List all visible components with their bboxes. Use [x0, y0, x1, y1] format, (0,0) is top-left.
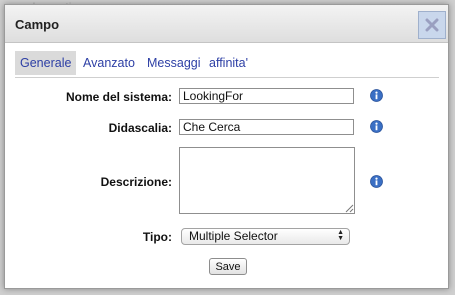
- tab-affinita[interactable]: affinita': [209, 51, 248, 75]
- close-button[interactable]: [418, 11, 446, 39]
- caption-label: Didascalia:: [108, 121, 172, 135]
- caption-input[interactable]: [179, 119, 354, 135]
- info-icon[interactable]: [370, 120, 383, 133]
- tab-generale[interactable]: Generale: [15, 51, 77, 75]
- description-textarea[interactable]: [179, 147, 355, 214]
- system-name-input[interactable]: [179, 88, 354, 104]
- type-select-value: Multiple Selector: [189, 229, 278, 243]
- type-label: Tipo:: [142, 230, 172, 244]
- resize-grip-icon[interactable]: [345, 204, 354, 213]
- field-dialog: Campo Generale Avanzato Messaggi affinit…: [4, 4, 449, 289]
- description-label: Descrizione:: [100, 175, 172, 189]
- save-button[interactable]: Save: [209, 258, 247, 275]
- type-select[interactable]: Multiple Selector ▲ ▼: [181, 228, 350, 245]
- dialog-titlebar: Campo: [5, 5, 448, 43]
- close-icon: [425, 18, 439, 32]
- description-wrapper: [179, 147, 355, 214]
- select-arrows-icon: ▲ ▼: [337, 229, 344, 242]
- info-icon[interactable]: [370, 175, 383, 188]
- system-name-label: Nome del sistema:: [65, 90, 172, 104]
- info-icon[interactable]: [370, 89, 383, 102]
- dialog-title: Campo: [15, 17, 60, 32]
- tab-avanzato[interactable]: Avanzato: [83, 51, 135, 75]
- tab-bar: Generale Avanzato Messaggi affinita': [15, 51, 439, 78]
- tab-messaggi[interactable]: Messaggi: [147, 51, 201, 75]
